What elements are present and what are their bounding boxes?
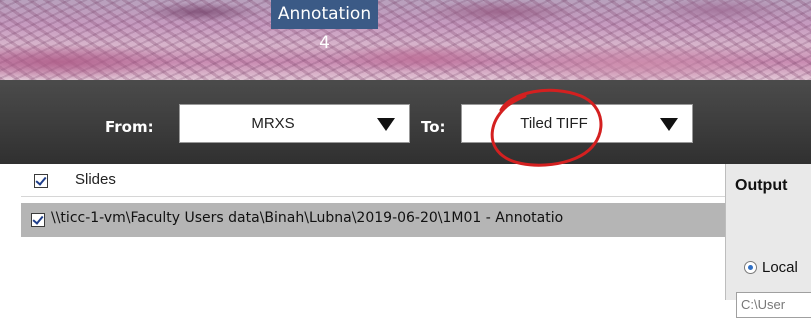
histology-banner: Annotation 4	[0, 0, 811, 80]
chevron-down-icon	[377, 118, 395, 131]
to-label: To:	[421, 118, 446, 136]
slides-header: Slides	[21, 168, 725, 197]
slide-row[interactable]: \\ticc-1-vm\Faculty Users data\Binah\Lub…	[21, 203, 725, 237]
output-title: Output	[735, 177, 788, 194]
output-path-input[interactable]: C:\User	[736, 292, 811, 318]
annotation-title: Annotation 4	[271, 0, 378, 53]
chevron-down-icon	[660, 118, 678, 131]
select-all-checkbox[interactable]	[34, 174, 48, 188]
to-format-dropdown[interactable]: Tiled TIFF	[461, 104, 693, 143]
conversion-toolbar: From: MRXS To: Tiled TIFF	[0, 80, 811, 164]
from-label: From:	[105, 118, 154, 136]
slides-column-label: Slides	[75, 171, 116, 188]
from-format-dropdown[interactable]: MRXS	[179, 104, 410, 143]
slide-row-checkbox[interactable]	[31, 213, 45, 227]
local-label: Local	[762, 259, 798, 276]
from-format-value: MRXS	[251, 115, 295, 132]
slide-path: \\ticc-1-vm\Faculty Users data\Binah\Lub…	[51, 210, 564, 226]
panel-margin	[0, 164, 21, 300]
to-format-value: Tiled TIFF	[520, 115, 588, 132]
local-radio[interactable]	[744, 261, 757, 274]
